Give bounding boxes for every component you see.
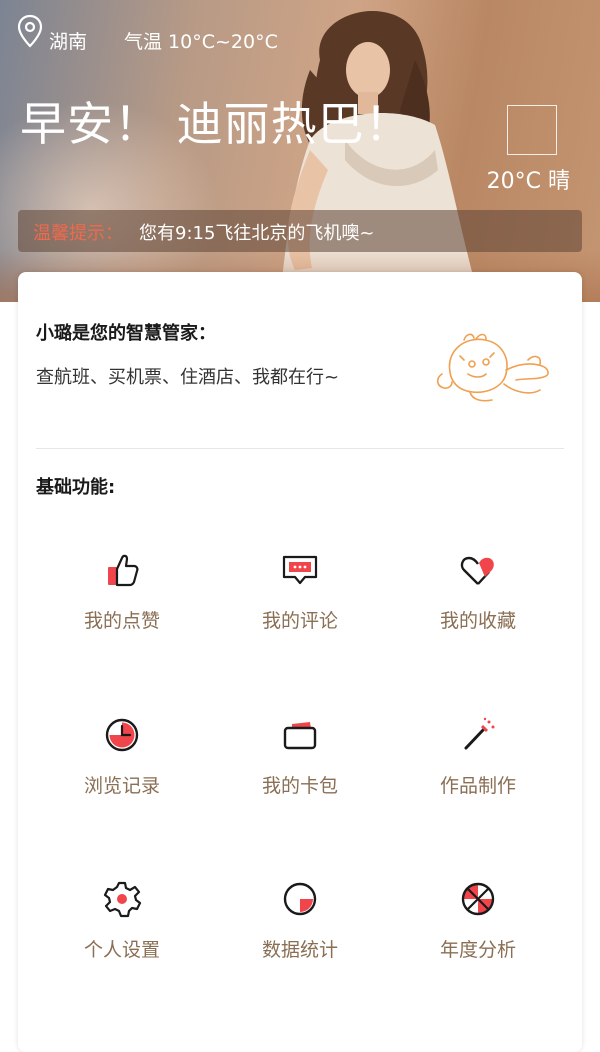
- feature-label: 我的收藏: [439, 610, 516, 632]
- weather-icon: [507, 105, 557, 155]
- feature-label: 浏览记录: [83, 775, 160, 797]
- thumbs-up-icon: [108, 554, 139, 587]
- feature-data-statistics[interactable]: 数据统计: [213, 879, 387, 999]
- feature-label: 我的评论: [261, 610, 338, 632]
- hero-banner: 湖南 气温 10°C~20°C 早安！ 迪丽热巴！ 20°C 晴 温馨提示： 您…: [0, 0, 600, 302]
- feature-create-works[interactable]: 作品制作: [391, 715, 565, 835]
- reminder-message: 您有9:15飞往北京的飞机噢~: [139, 223, 375, 244]
- basic-functions-title: 基础功能:: [36, 477, 116, 498]
- feature-label: 数据统计: [261, 939, 338, 961]
- section-divider: [36, 448, 564, 449]
- feature-personal-settings[interactable]: 个人设置: [35, 879, 209, 999]
- feature-label: 个人设置: [83, 939, 160, 961]
- location-pin-icon[interactable]: [17, 14, 43, 48]
- feature-annual-analysis[interactable]: 年度分析: [391, 879, 565, 999]
- reminder-label: 温馨提示：: [33, 223, 123, 244]
- pie-chart-icon: [283, 882, 317, 916]
- gear-icon: [103, 881, 142, 918]
- feature-label: 年度分析: [439, 939, 516, 961]
- comment-icon: [282, 555, 318, 585]
- analysis-ball-icon: [461, 882, 495, 916]
- feature-my-comments[interactable]: 我的评论: [213, 550, 387, 670]
- magic-wand-icon: [464, 717, 495, 750]
- assistant-intro-title: 小璐是您的智慧管家：: [36, 323, 216, 344]
- feature-my-likes[interactable]: 我的点赞: [35, 550, 209, 670]
- main-card: 小璐是您的智慧管家： 查航班、买机票、住酒店、我都在行~ 基础功能: 我的点赞: [18, 272, 582, 1052]
- feature-label: 我的卡包: [261, 775, 338, 797]
- history-clock-icon: [105, 718, 139, 752]
- mascot-icon: [436, 333, 549, 402]
- greeting-title: 早安！ 迪丽热巴！: [20, 97, 412, 151]
- reminder-banner[interactable]: 温馨提示： 您有9:15飞往北京的飞机噢~: [18, 210, 582, 252]
- feature-label: 作品制作: [439, 775, 516, 797]
- city-label[interactable]: 湖南: [49, 27, 87, 54]
- assistant-intro-description: 查航班、买机票、住酒店、我都在行~: [36, 367, 340, 388]
- wallet-icon: [283, 722, 317, 750]
- favorite-icon: [460, 556, 494, 585]
- feature-my-wallet[interactable]: 我的卡包: [213, 715, 387, 835]
- weather-status: 20°C 晴: [486, 169, 570, 194]
- feature-browse-history[interactable]: 浏览记录: [35, 715, 209, 835]
- feature-label: 我的点赞: [83, 610, 160, 632]
- temperature-range: 气温 10°C~20°C: [124, 31, 278, 53]
- feature-my-favorites[interactable]: 我的收藏: [391, 550, 565, 670]
